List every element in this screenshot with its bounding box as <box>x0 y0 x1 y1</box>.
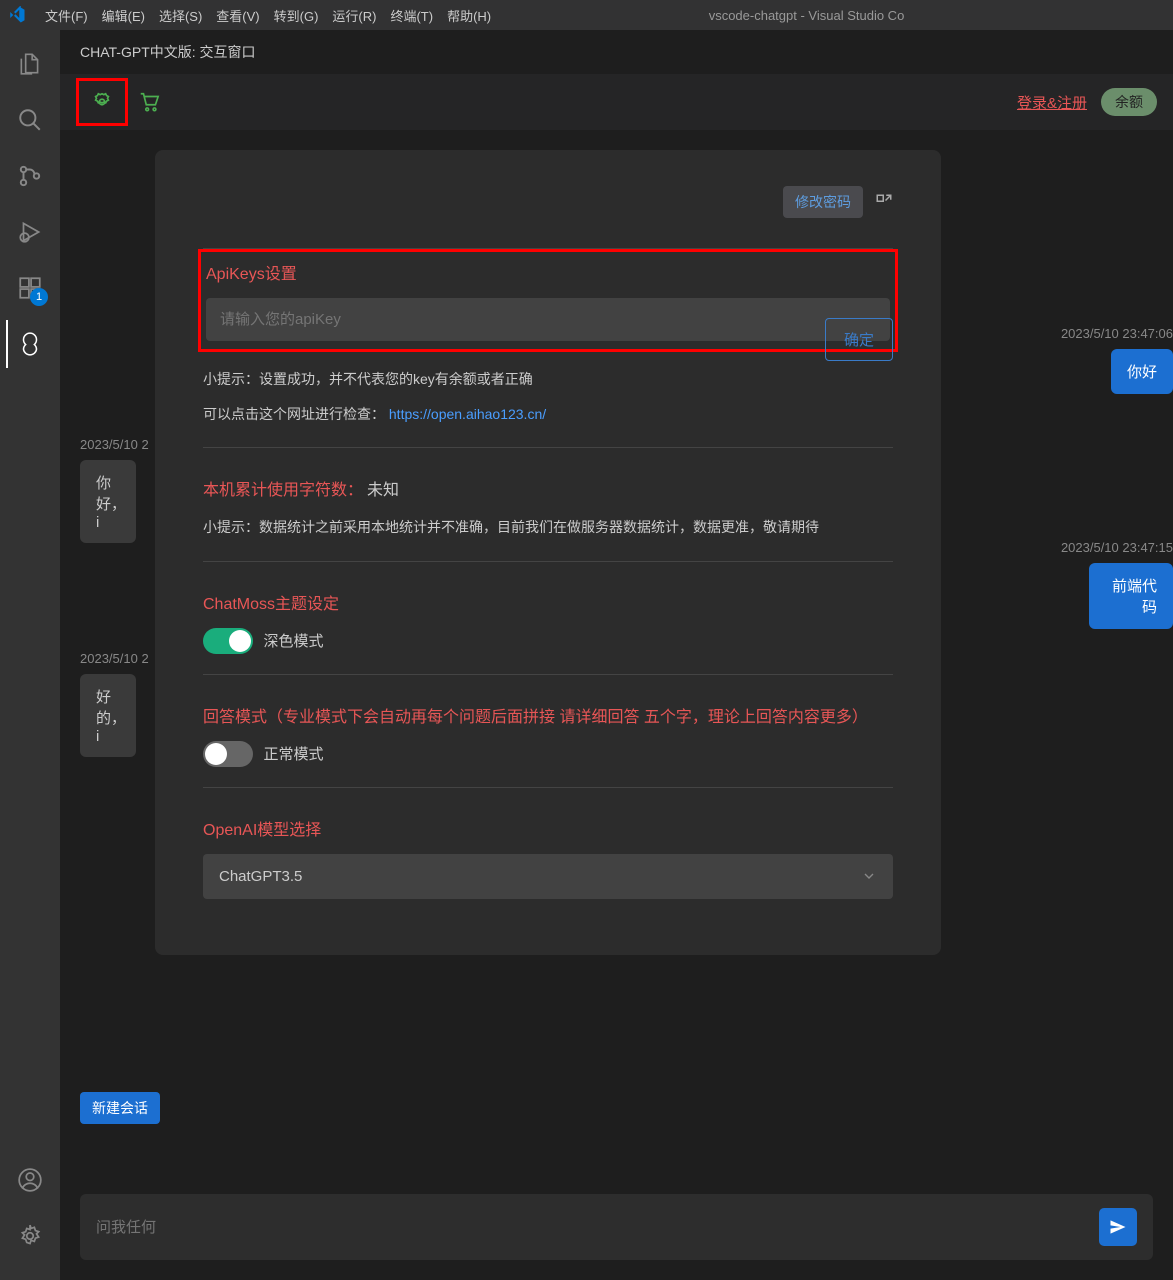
change-password-button[interactable]: 修改密码 <box>783 186 863 218</box>
menu-file[interactable]: 文件(F) <box>38 6 95 25</box>
settings-modal: 修改密码 ApiKeys设置 确定 小提示：设置成功，并不代表您的key有余额或… <box>155 150 941 955</box>
source-control-icon[interactable] <box>6 152 54 200</box>
msg-time: 2023/5/10 23:47:06 <box>1053 326 1173 341</box>
msg-bubble: 你好，i <box>80 460 136 543</box>
apikey-tip1: 小提示：设置成功，并不代表您的key有余额或者正确 <box>203 366 893 393</box>
dark-mode-label: 深色模式 <box>263 633 323 650</box>
window-title: vscode-chatgpt - Visual Studio Co <box>709 8 905 23</box>
send-icon <box>1108 1217 1128 1237</box>
msg-bubble: 好的，i <box>80 674 136 757</box>
menu-help[interactable]: 帮助(H) <box>440 6 498 25</box>
check-url-link[interactable]: https://open.aihao123.cn/ <box>389 406 546 422</box>
apikey-input[interactable] <box>206 298 890 341</box>
answer-mode-label: 正常模式 <box>263 746 323 763</box>
msg-time: 2023/5/10 2 <box>80 437 160 452</box>
settings-button-highlight <box>76 78 128 126</box>
chevron-down-icon <box>861 868 877 884</box>
vscode-logo-icon <box>8 6 38 24</box>
msg-bubble: 前端代码 <box>1089 563 1173 629</box>
model-selected-value: ChatGPT3.5 <box>219 868 302 885</box>
menu-view[interactable]: 查看(V) <box>209 6 266 25</box>
fullscreen-icon[interactable] <box>875 193 893 211</box>
char-tip: 小提示：数据统计之前采用本地统计并不准确，目前我们在做服务器数据统计，数据更准，… <box>203 514 893 541</box>
account-icon[interactable] <box>6 1156 54 1204</box>
answer-mode-title: 回答模式（专业模式下会自动再每个问题后面拼接 请详细回答 五个字，理论上回答内容… <box>203 703 893 727</box>
menu-terminal[interactable]: 终端(T) <box>383 6 440 25</box>
msg-time: 2023/5/10 2 <box>80 651 160 666</box>
chatgpt-icon[interactable] <box>6 320 54 368</box>
menu-select[interactable]: 选择(S) <box>152 6 209 25</box>
login-register-link[interactable]: 登录&注册 <box>1017 92 1087 113</box>
balance-pill[interactable]: 余额 <box>1101 88 1157 116</box>
chat-input-area <box>80 1194 1153 1260</box>
apikeys-title: ApiKeys设置 <box>201 252 895 284</box>
model-select-title: OpenAI模型选择 <box>203 816 893 840</box>
char-count-label: 本机累计使用字符数： <box>203 476 363 500</box>
panel-toolbar: 登录&注册 余额 <box>60 74 1173 130</box>
apikey-highlight-box: ApiKeys设置 <box>198 249 898 352</box>
msg-time: 2023/5/10 23:47:15 <box>1053 540 1173 555</box>
char-count-value: 未知 <box>367 476 399 500</box>
debug-icon[interactable] <box>6 208 54 256</box>
extensions-icon[interactable]: 1 <box>6 264 54 312</box>
gear-icon[interactable] <box>91 91 113 113</box>
extensions-badge: 1 <box>30 288 48 306</box>
menu-goto[interactable]: 转到(G) <box>267 6 326 25</box>
send-button[interactable] <box>1099 1208 1137 1246</box>
activitybar: 1 <box>0 30 60 1280</box>
cart-icon[interactable] <box>138 91 160 113</box>
dark-mode-toggle[interactable] <box>203 628 253 654</box>
chat-input[interactable] <box>96 1219 1099 1236</box>
msg-bubble: 你好 <box>1111 349 1173 394</box>
menubar: 文件(F) 编辑(E) 选择(S) 查看(V) 转到(G) 运行(R) 终端(T… <box>0 0 1173 30</box>
confirm-button[interactable]: 确定 <box>825 318 893 361</box>
theme-title: ChatMoss主题设定 <box>203 590 893 614</box>
new-chat-button[interactable]: 新建会话 <box>80 1092 160 1124</box>
search-icon[interactable] <box>6 96 54 144</box>
panel-tab-title: CHAT-GPT中文版: 交互窗口 <box>60 30 1173 74</box>
menu-edit[interactable]: 编辑(E) <box>95 6 152 25</box>
apikey-tip2-prefix: 可以点击这个网址进行检查： <box>203 406 385 422</box>
settings-gear-icon[interactable] <box>6 1212 54 1260</box>
model-select[interactable]: ChatGPT3.5 <box>203 854 893 899</box>
menu-run[interactable]: 运行(R) <box>325 6 383 25</box>
explorer-icon[interactable] <box>6 40 54 88</box>
answer-mode-toggle[interactable] <box>203 741 253 767</box>
